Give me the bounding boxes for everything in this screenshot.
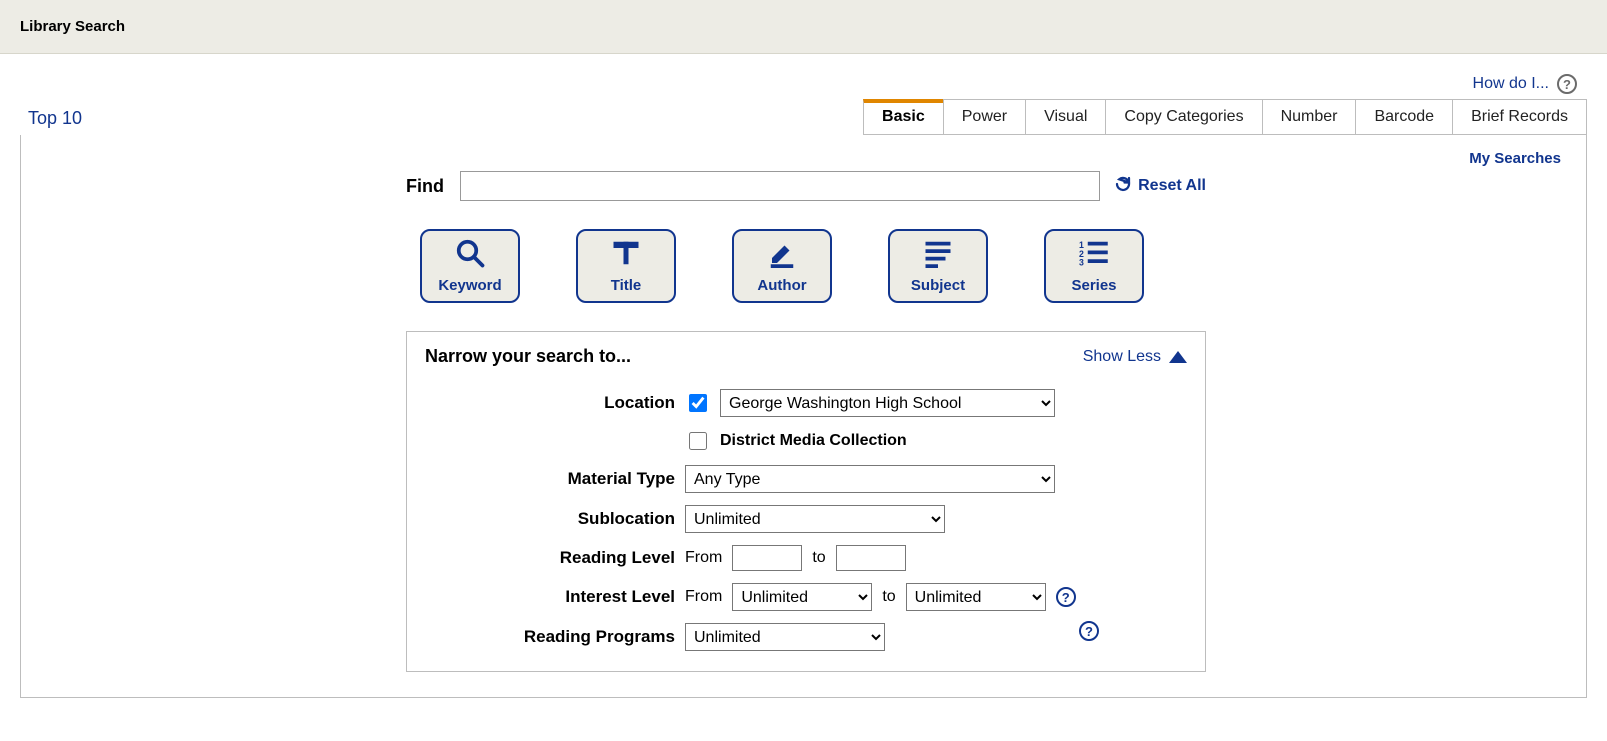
tab-number[interactable]: Number [1262, 99, 1356, 134]
reading-programs-select[interactable]: Unlimited [685, 623, 885, 651]
reading-level-from-label: From [685, 549, 722, 567]
reading-programs-help-icon[interactable]: ? [1079, 621, 1099, 641]
reset-all-label: Reset All [1138, 177, 1206, 195]
interest-level-to-label: to [882, 588, 895, 606]
narrow-header: Narrow your search to... Show Less [425, 346, 1187, 367]
interest-level-help-icon[interactable]: ? [1056, 587, 1076, 607]
reading-programs-row: Reading Programs Unlimited ? [425, 623, 1187, 651]
tab-basic[interactable]: Basic [863, 99, 943, 134]
reset-all-link[interactable]: Reset All [1114, 175, 1206, 198]
material-type-select[interactable]: Any Type [685, 465, 1055, 493]
reading-level-row: Reading Level From to [425, 545, 1187, 571]
content: How do I... ? Top 10 Basic Power Visual … [0, 54, 1607, 723]
reading-level-label: Reading Level [425, 548, 675, 568]
title-button[interactable]: Title [576, 229, 676, 303]
pencil-icon [765, 238, 799, 271]
interest-level-to-select[interactable]: Unlimited [906, 583, 1046, 611]
keyword-button[interactable]: Keyword [420, 229, 520, 303]
title-label: Title [611, 277, 642, 294]
material-type-row: Material Type Any Type [425, 465, 1187, 493]
search-type-buttons: Keyword Title Author [420, 229, 1206, 303]
tab-bar: Basic Power Visual Copy Categories Numbe… [863, 99, 1587, 135]
reading-level-to-input[interactable] [836, 545, 906, 571]
list-icon: 123 [1077, 238, 1111, 271]
my-searches-link[interactable]: My Searches [46, 150, 1561, 167]
author-button[interactable]: Author [732, 229, 832, 303]
series-label: Series [1071, 277, 1116, 294]
show-less-label: Show Less [1083, 348, 1161, 366]
chevron-up-icon [1169, 351, 1187, 363]
svg-text:3: 3 [1079, 258, 1084, 268]
sublocation-select[interactable]: Unlimited [685, 505, 945, 533]
search-icon [453, 238, 487, 271]
title-icon [609, 238, 643, 271]
reading-programs-label: Reading Programs [425, 627, 675, 647]
lines-icon [921, 238, 955, 271]
top-row: Top 10 Basic Power Visual Copy Categorie… [20, 100, 1587, 135]
subject-label: Subject [911, 277, 965, 294]
interest-level-from-label: From [685, 588, 722, 606]
location-label: Location [425, 393, 675, 413]
reading-level-to-label: to [812, 549, 825, 567]
main-panel: My Searches Find Reset All [20, 135, 1587, 698]
author-label: Author [757, 277, 806, 294]
location-select[interactable]: George Washington High School [720, 389, 1055, 417]
narrow-search-box: Narrow your search to... Show Less Locat… [406, 331, 1206, 672]
keyword-label: Keyword [438, 277, 501, 294]
tab-visual[interactable]: Visual [1025, 99, 1105, 134]
material-type-label: Material Type [425, 469, 675, 489]
district-media-checkbox[interactable] [689, 432, 707, 450]
reading-level-from-input[interactable] [732, 545, 802, 571]
tab-barcode[interactable]: Barcode [1355, 99, 1452, 134]
narrow-form: Location George Washington High School [425, 389, 1187, 651]
subject-button[interactable]: Subject [888, 229, 988, 303]
series-button[interactable]: 123 Series [1044, 229, 1144, 303]
search-area: Find Reset All K [406, 171, 1206, 672]
top-10-link[interactable]: Top 10 [20, 108, 82, 135]
tab-brief-records[interactable]: Brief Records [1452, 99, 1587, 134]
tab-power[interactable]: Power [943, 99, 1025, 134]
district-media-label: District Media Collection [720, 432, 907, 450]
interest-level-from-select[interactable]: Unlimited [732, 583, 872, 611]
how-do-i-link[interactable]: How do I... [1473, 75, 1549, 93]
district-media-row: District Media Collection [425, 429, 1187, 453]
tab-copy-categories[interactable]: Copy Categories [1105, 99, 1261, 134]
find-row: Find Reset All [406, 171, 1206, 201]
sublocation-label: Sublocation [425, 509, 675, 529]
help-icon[interactable]: ? [1557, 74, 1577, 94]
location-row: Location George Washington High School [425, 389, 1187, 417]
utility-row: How do I... ? [20, 54, 1587, 100]
page-title: Library Search [20, 18, 125, 35]
narrow-title: Narrow your search to... [425, 346, 631, 367]
show-less-toggle[interactable]: Show Less [1083, 348, 1187, 366]
sublocation-row: Sublocation Unlimited [425, 505, 1187, 533]
reset-icon [1114, 175, 1132, 198]
interest-level-label: Interest Level [425, 587, 675, 607]
page-header: Library Search [0, 0, 1607, 54]
find-label: Find [406, 176, 446, 197]
location-checkbox[interactable] [689, 394, 707, 412]
find-input[interactable] [460, 171, 1100, 201]
interest-level-row: Interest Level From Unlimited to Unlimit… [425, 583, 1187, 611]
